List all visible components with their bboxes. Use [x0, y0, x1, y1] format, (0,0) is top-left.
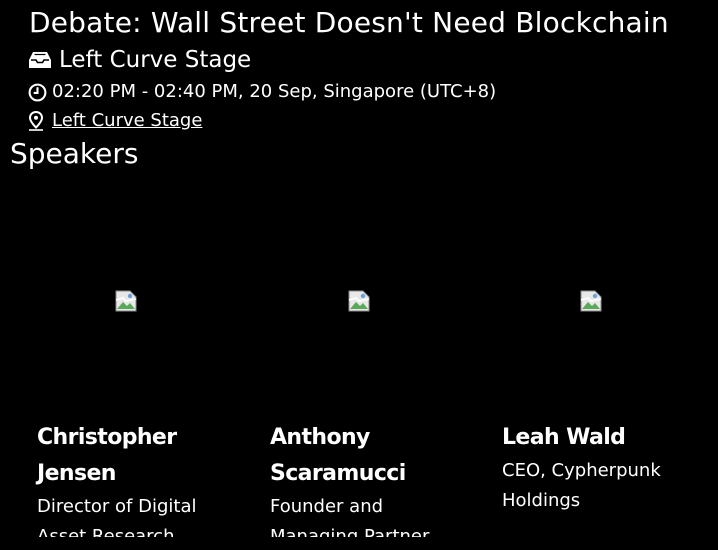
location-link[interactable]: Left Curve Stage — [52, 108, 202, 134]
speakers-heading: Speakers — [10, 137, 139, 170]
broken-image-icon — [348, 290, 370, 312]
inbox-tray-icon — [29, 52, 51, 68]
speaker-name[interactable]: Christopher Jensen — [37, 420, 237, 492]
speaker-role: CEO, Cypherpunk Holdings — [502, 460, 661, 511]
broken-image-icon — [580, 290, 602, 312]
stage-row: Left Curve Stage — [28, 44, 251, 76]
map-pin-icon — [28, 111, 44, 131]
location-row: Left Curve Stage — [28, 108, 202, 134]
speaker-name[interactable]: Leah Wald — [502, 420, 702, 456]
clock-icon — [28, 83, 47, 101]
event-title: Debate: Wall Street Doesn't Need Blockch… — [29, 6, 669, 39]
stage-name: Left Curve Stage — [59, 47, 252, 73]
broken-image-icon — [115, 290, 137, 312]
speaker-name[interactable]: Anthony Scaramucci — [270, 420, 470, 492]
event-page: Debate: Wall Street Doesn't Need Blockch… — [0, 0, 718, 550]
time-row: 02:20 PM - 02:40 PM, 20 Sep, Singapore (… — [28, 79, 496, 105]
viewport-clip — [0, 537, 718, 550]
event-time: 02:20 PM - 02:40 PM, 20 Sep, Singapore (… — [52, 81, 497, 102]
